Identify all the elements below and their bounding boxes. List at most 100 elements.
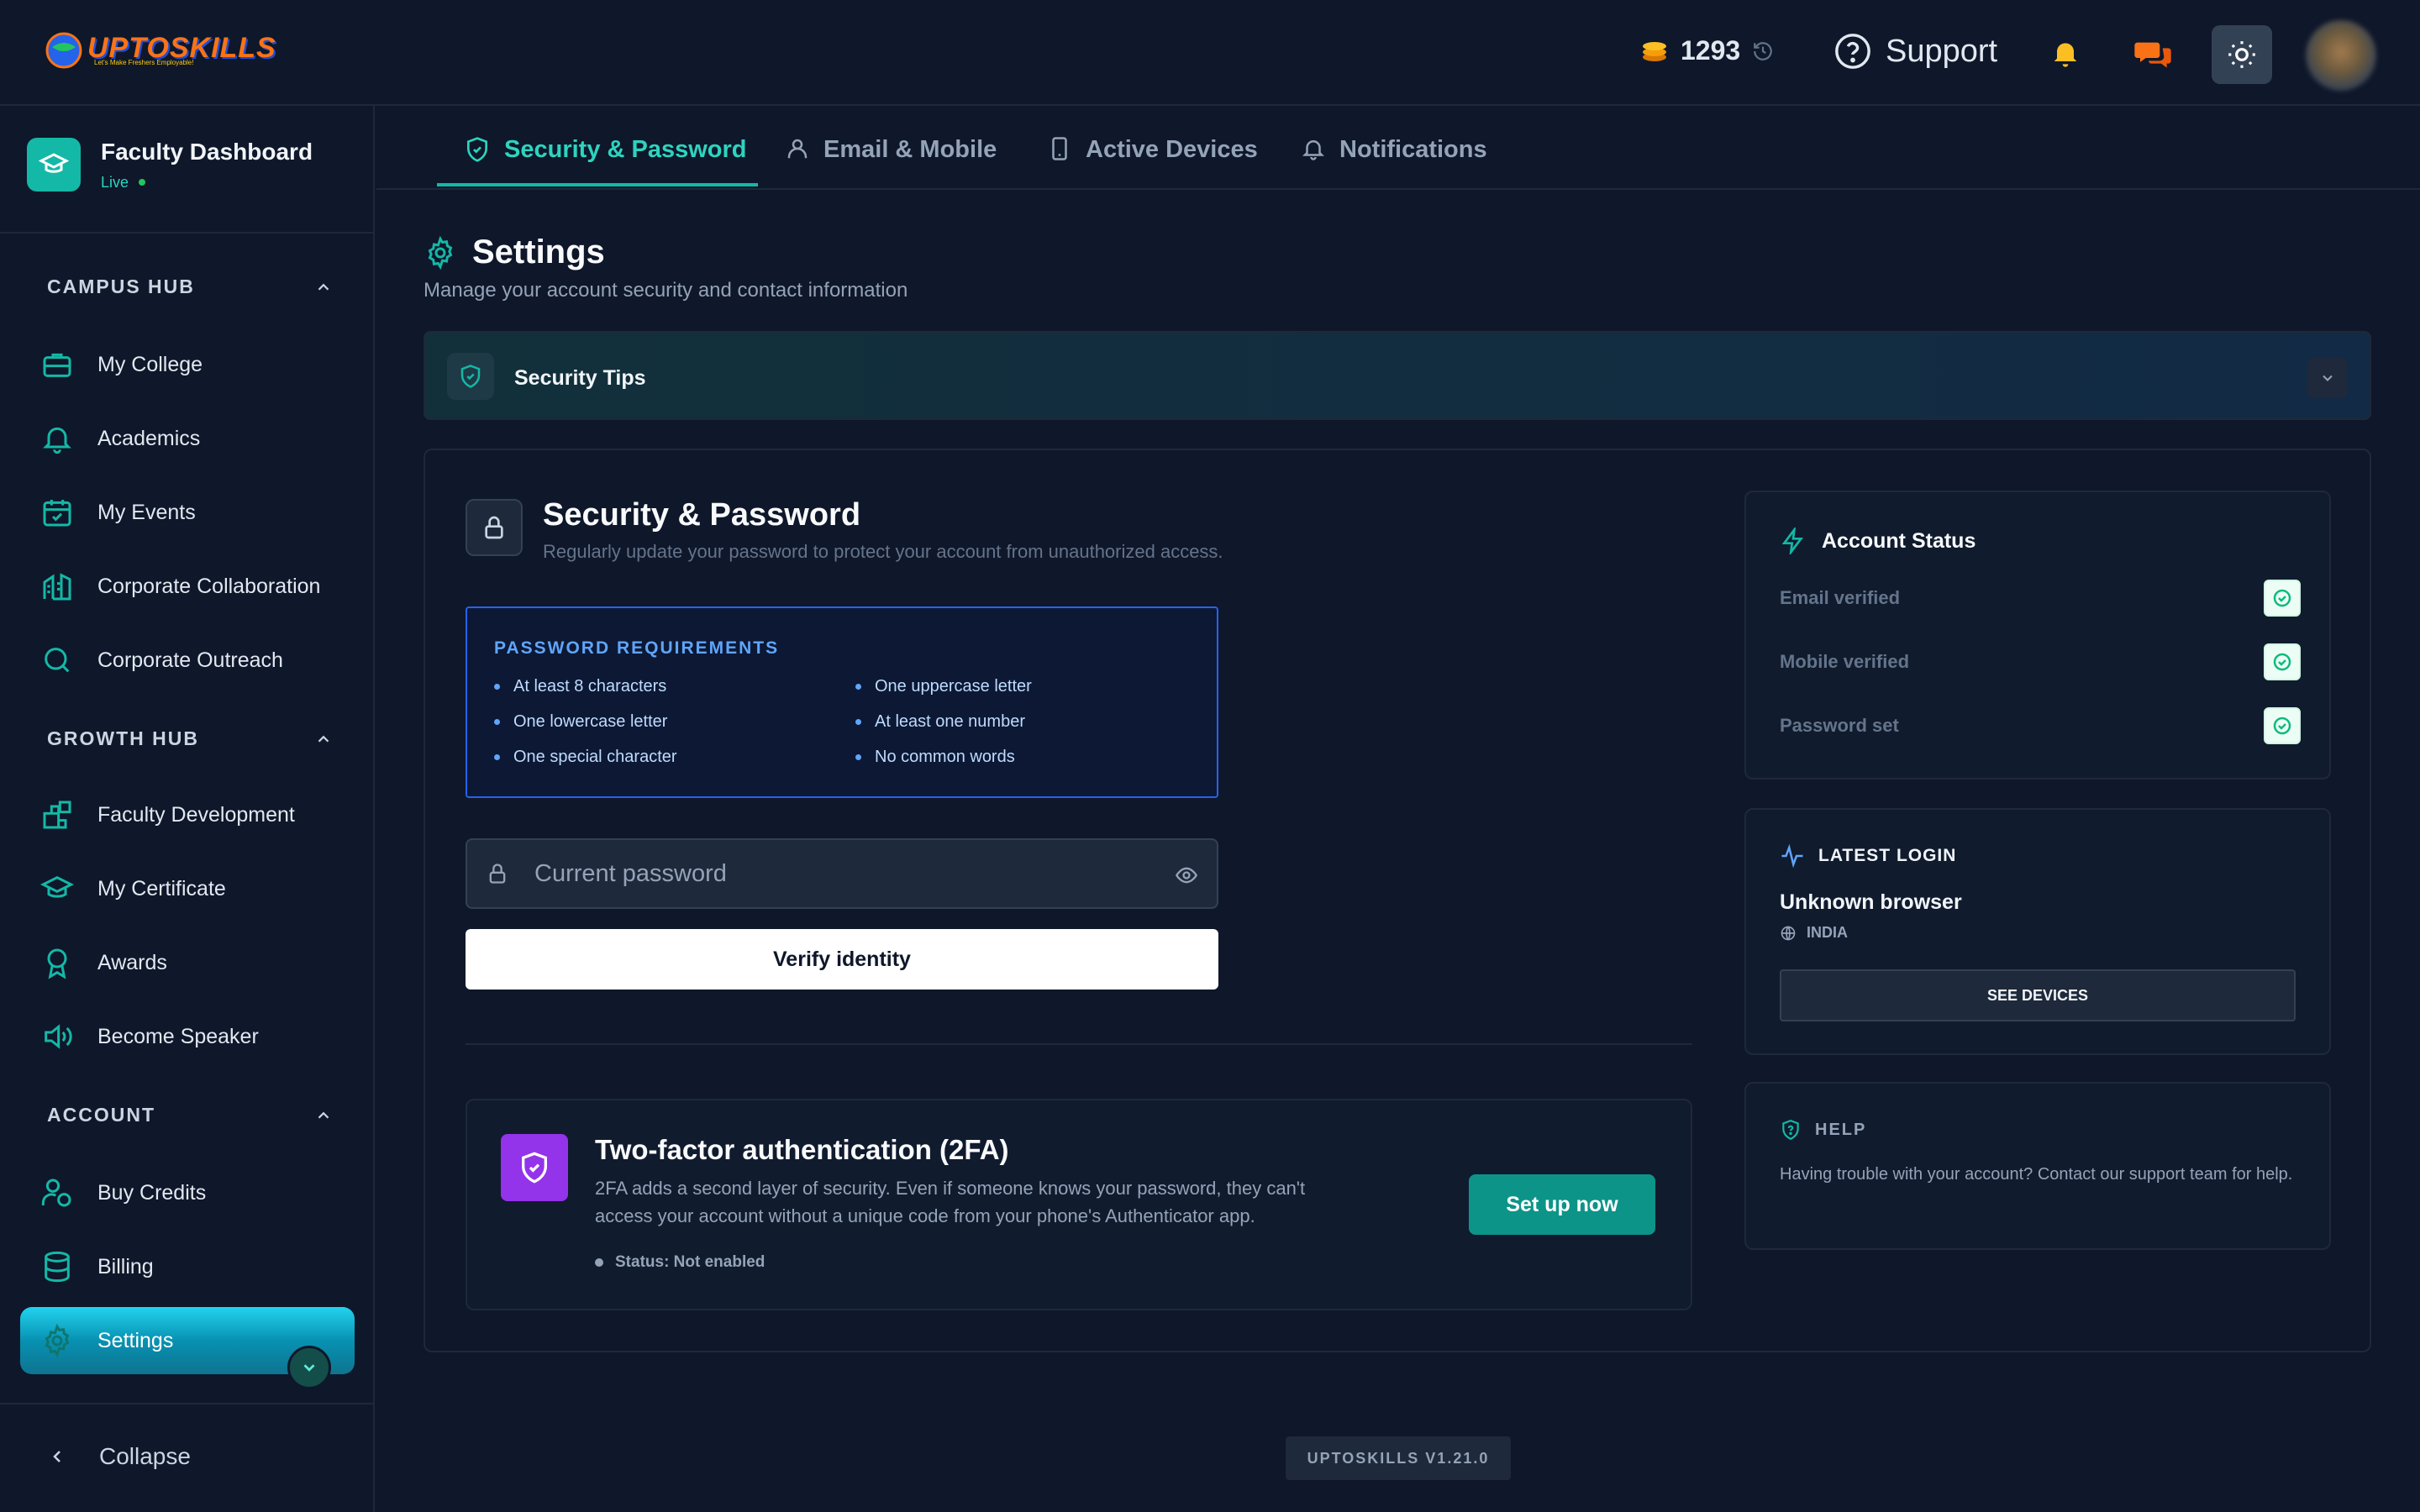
uptoskills-logo[interactable]: UPTOSKILLS Let's Make Freshers Employabl…: [40, 27, 276, 74]
shield-check-icon: [447, 353, 494, 400]
two-factor-title: Two-factor authentication (2FA): [595, 1134, 1009, 1165]
collapse-label: Collapse: [99, 1443, 191, 1469]
chevron-left-icon: [53, 1451, 60, 1462]
password-requirements-box: PASSWORD REQUIREMENTS At least 8 charact…: [466, 606, 1218, 798]
briefcase-icon: [43, 353, 71, 377]
help-header: HELP: [1780, 1119, 1866, 1141]
lock-icon: [489, 864, 506, 884]
verify-identity-button[interactable]: Verify identity: [466, 929, 1218, 990]
requirement-text: At least one number: [875, 712, 1025, 731]
database-icon: [45, 1251, 70, 1283]
sidebar-scroll-down-button[interactable]: [287, 1346, 331, 1389]
collapse-sidebar-button[interactable]: Collapse: [47, 1443, 191, 1470]
sidebar-item-label: Corporate Collaboration: [97, 574, 321, 598]
support-link[interactable]: Support: [1833, 32, 1997, 71]
sidebar-item-become-speaker[interactable]: Become Speaker: [40, 1011, 360, 1062]
expand-tips-button[interactable]: [2307, 358, 2348, 398]
password-set-row: Password set: [1780, 707, 2301, 744]
bullet: [855, 719, 861, 725]
sidebar-item-label: Academics: [97, 426, 201, 450]
see-devices-button[interactable]: SEE DEVICES: [1780, 969, 2296, 1021]
sidebar-item-label: Corporate Outreach: [97, 648, 283, 672]
bell-icon: [1302, 140, 1325, 160]
login-location: INDIA: [1780, 924, 1848, 942]
status-row-label: Mobile verified: [1780, 651, 1910, 672]
setup-2fa-button[interactable]: Set up now: [1469, 1174, 1655, 1235]
theme-toggle-button[interactable]: [2212, 25, 2272, 84]
settings-tabs: Security & Password Email & Mobile Activ…: [376, 106, 2420, 190]
app-version-badge: UPTOSKILLS V1.21.0: [1286, 1436, 1511, 1480]
globe-logo-icon: [45, 32, 82, 69]
settings-item-inner: Settings: [40, 1307, 173, 1374]
sidebar-item-corporate-collaboration[interactable]: Corporate Collaboration: [40, 561, 360, 612]
security-tips-accordion[interactable]: Security Tips: [424, 331, 2371, 420]
help-text: Having trouble with your account? Contac…: [1780, 1165, 2293, 1184]
coin-balance[interactable]: 1293: [1640, 35, 1774, 66]
live-label: Live: [101, 173, 129, 191]
dashboard-title: Faculty Dashboard: [101, 138, 313, 165]
sidebar-item-buy-credits[interactable]: Buy Credits: [40, 1168, 360, 1218]
requirement-item: No common words: [855, 748, 1015, 767]
tab-notifications[interactable]: Notifications: [1301, 131, 1487, 190]
current-password-input[interactable]: [534, 840, 1123, 907]
latest-login-header: LATEST LOGIN: [1780, 843, 1956, 869]
section-divider: [466, 1043, 1692, 1045]
sidebar-item-label: Billing: [97, 1254, 154, 1278]
sidebar-item-my-certificate[interactable]: My Certificate: [40, 864, 360, 914]
tab-active-devices[interactable]: Active Devices: [1047, 131, 1258, 190]
tab-security-password[interactable]: Security & Password: [464, 131, 747, 190]
requirement-text: One lowercase letter: [513, 712, 668, 731]
dashboard-header[interactable]: Faculty Dashboard Live: [27, 138, 313, 192]
messages-button[interactable]: [2134, 37, 2171, 75]
support-label: Support: [1886, 33, 1998, 69]
mobile-verified-row: Mobile verified: [1780, 643, 2301, 680]
smartphone-icon: [1052, 137, 1067, 160]
tab-email-mobile[interactable]: Email & Mobile: [785, 131, 997, 190]
tab-label: Security & Password: [504, 136, 747, 163]
account-status-panel: Account Status Email verified Mobile ver…: [1744, 491, 2331, 780]
section-account[interactable]: ACCOUNT: [47, 1104, 333, 1126]
shield-help-icon: [1782, 1120, 1799, 1141]
sidebar-item-my-college[interactable]: My College: [40, 339, 360, 390]
requirement-item: One uppercase letter: [855, 677, 1032, 696]
sidebar-item-label: Awards: [97, 950, 167, 974]
two-factor-status: Status: Not enabled: [595, 1253, 765, 1272]
sidebar-item-awards[interactable]: Awards: [40, 937, 360, 988]
page-title-text: Settings: [472, 234, 605, 270]
blocks-icon: [43, 801, 71, 829]
sidebar-divider: [0, 1403, 375, 1404]
latest-login-panel: LATEST LOGIN Unknown browser INDIA SEE D…: [1744, 808, 2331, 1055]
sidebar-item-label: My Events: [97, 500, 196, 524]
notifications-button[interactable]: [2049, 35, 2082, 75]
sidebar-item-billing[interactable]: Billing: [40, 1242, 360, 1292]
status-row-label: Password set: [1780, 715, 1899, 736]
bell-icon: [2054, 43, 2077, 67]
check-circle-icon: [2264, 580, 2301, 617]
requirement-text: One special character: [513, 748, 677, 766]
history-icon[interactable]: [1752, 40, 1774, 62]
building-icon: [43, 573, 71, 601]
user-avatar[interactable]: [2306, 20, 2376, 91]
top-bar: UPTOSKILLS Let's Make Freshers Employabl…: [0, 0, 2420, 106]
current-password-field: [466, 838, 1218, 909]
sidebar-item-faculty-development[interactable]: Faculty Development: [40, 790, 360, 840]
dashboard-live-status: Live: [101, 174, 313, 192]
sidebar-item-corporate-outreach[interactable]: Corporate Outreach: [40, 635, 360, 685]
eye-icon[interactable]: [1175, 864, 1198, 887]
section-campus-hub[interactable]: CAMPUS HUB: [47, 276, 333, 298]
location-text: INDIA: [1807, 924, 1848, 941]
graduation-cap-icon: [27, 138, 81, 192]
activity-icon: [1781, 843, 1803, 869]
active-tab-indicator: [437, 183, 758, 186]
sidebar-item-academics[interactable]: Academics: [40, 413, 360, 464]
section-growth-hub[interactable]: GROWTH HUB: [47, 727, 333, 750]
bell-icon: [43, 427, 71, 454]
check-circle-icon: [2264, 643, 2301, 680]
sidebar-item-label: My Certificate: [97, 876, 226, 900]
logo-tagline: Let's Make Freshers Employable!: [94, 59, 194, 66]
check-circle-icon: [2264, 707, 2301, 744]
page-title: Settings: [424, 234, 605, 271]
sidebar: Faculty Dashboard Live CAMPUS HUB My Col…: [0, 106, 375, 1512]
sidebar-item-my-events[interactable]: My Events: [40, 487, 360, 538]
section-title: ACCOUNT: [47, 1104, 155, 1126]
